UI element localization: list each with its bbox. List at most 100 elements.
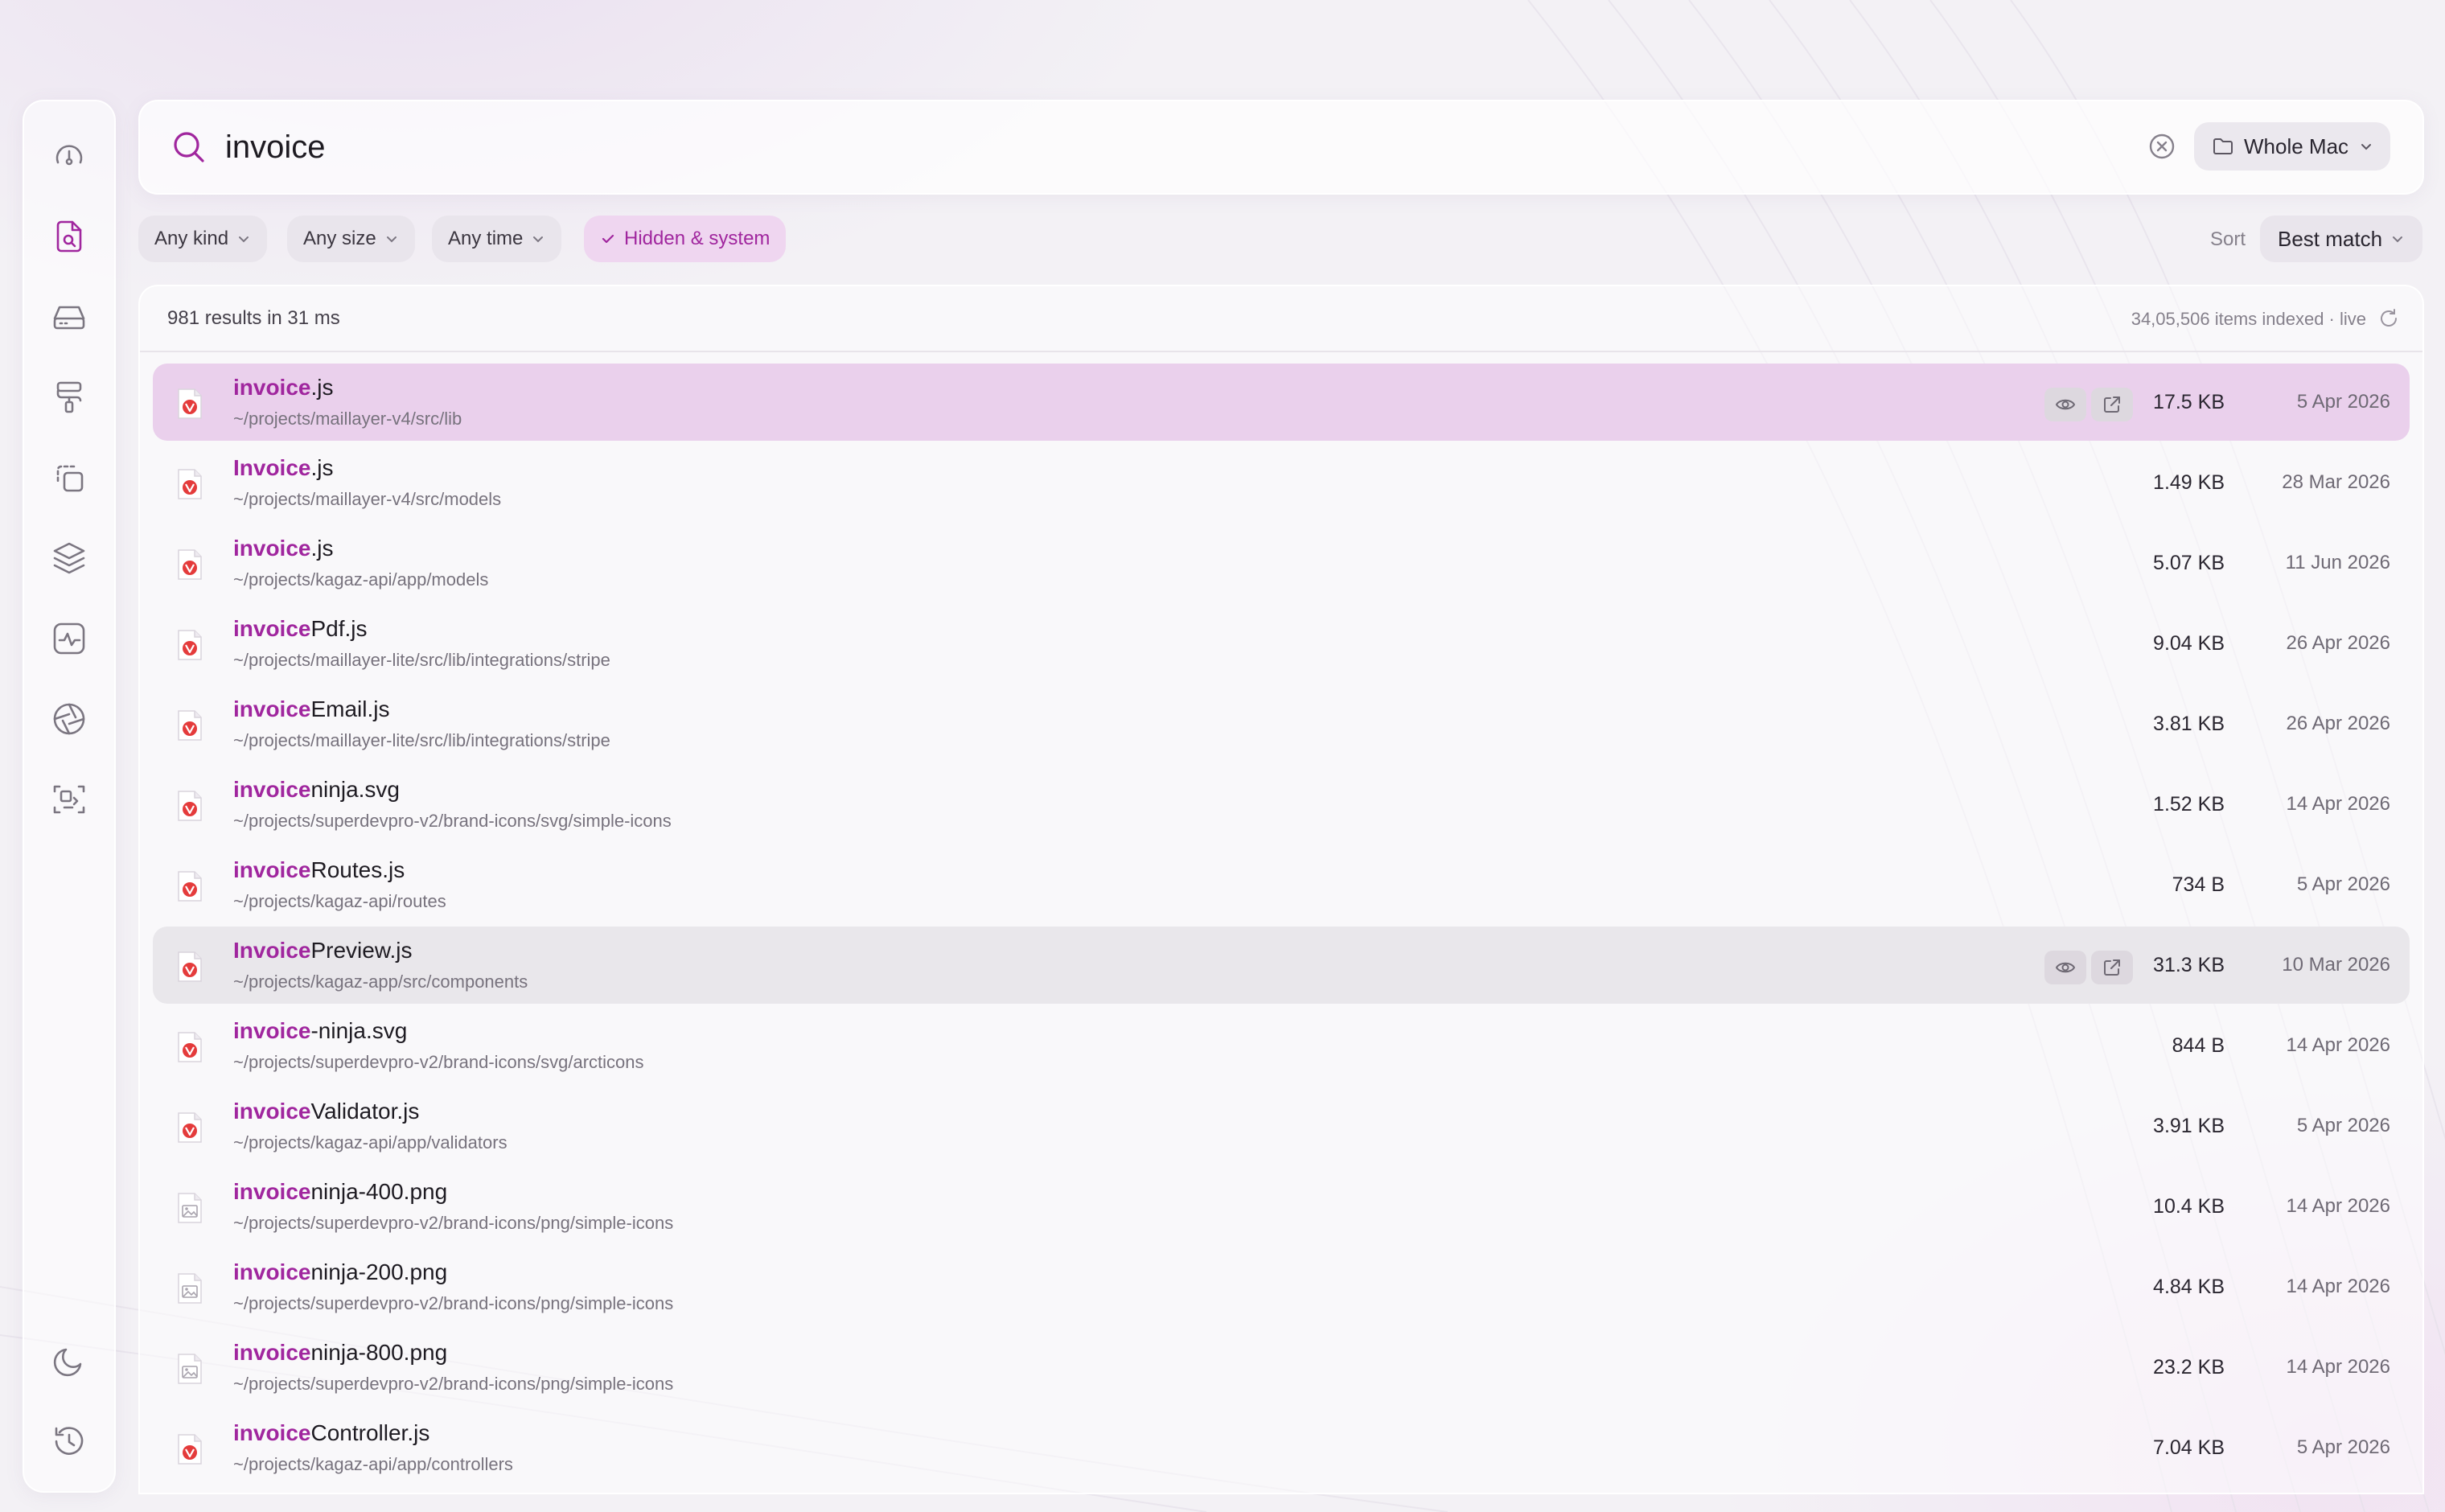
file-name-match: invoice: [233, 857, 311, 882]
file-search-icon: [56, 220, 82, 253]
theme-toggle-button[interactable]: [45, 1337, 93, 1385]
file-size: 1.52 KB: [2153, 793, 2225, 816]
chevron-down-icon: [533, 236, 544, 243]
file-name: invoiceController.js: [233, 1420, 429, 1446]
file-date: 5 Apr 2026: [2296, 1436, 2390, 1458]
code-file-icon: [178, 1112, 202, 1143]
result-row[interactable]: invoiceninja-400.png ~/projects/superdevp…: [153, 1168, 2410, 1245]
file-size: 10.4 KB: [2153, 1195, 2225, 1218]
code-file-icon: [178, 951, 202, 982]
file-name-rest: ninja-200.png: [310, 1259, 448, 1284]
sidebar-item-paint-roller[interactable]: [45, 373, 93, 421]
file-name-match: invoice: [233, 1340, 311, 1365]
file-path: ~/projects/superdevpro-v2/brand-icons/pn…: [233, 1293, 674, 1313]
result-row[interactable]: invoicePdf.js ~/projects/maillayer-lite/s…: [153, 605, 2410, 682]
search-input[interactable]: [224, 121, 2197, 174]
code-file-icon: [178, 630, 202, 660]
code-file-icon: [178, 710, 202, 741]
file-path: ~/projects/kagaz-api/app/models: [233, 569, 489, 590]
file-date: 26 Apr 2026: [2286, 632, 2390, 654]
file-name-match: invoice: [233, 1099, 311, 1124]
chevron-down-icon: [386, 236, 397, 243]
file-name: invoiceninja-400.png: [233, 1179, 447, 1205]
filter-kind-label: Any kind: [154, 228, 229, 249]
sidebar-item-file-search[interactable]: [45, 212, 93, 261]
scope-dropdown[interactable]: Whole Mac: [2194, 122, 2390, 171]
file-name-rest: Controller.js: [310, 1420, 430, 1445]
search-icon: [174, 132, 204, 162]
sidebar-item-duplicates[interactable]: [45, 454, 93, 502]
result-row[interactable]: invoice.js ~/projects/maillayer-v4/src/li…: [153, 364, 2410, 441]
file-name-rest: Routes.js: [310, 857, 405, 882]
code-file-icon: [178, 388, 202, 419]
file-size: 3.81 KB: [2153, 713, 2225, 735]
search-bar: Whole Mac: [138, 100, 2424, 195]
file-name-match: invoice: [233, 696, 311, 721]
result-row[interactable]: invoiceninja.svg ~/projects/superdevpro-v…: [153, 766, 2410, 843]
file-name-match: invoice: [233, 1259, 311, 1284]
file-name: invoice-ninja.svg: [233, 1018, 407, 1044]
file-path: ~/projects/superdevpro-v2/brand-icons/pn…: [233, 1374, 674, 1394]
result-row[interactable]: invoiceRoutes.js ~/projects/kagaz-api/rou…: [153, 846, 2410, 923]
code-file-icon: [178, 871, 202, 902]
result-row[interactable]: invoiceEmail.js ~/projects/maillayer-lite…: [153, 685, 2410, 762]
file-date: 5 Apr 2026: [2296, 391, 2390, 413]
file-date: 26 Apr 2026: [2286, 713, 2390, 734]
filter-size-label: Any size: [303, 228, 376, 249]
sidebar-item-gauge[interactable]: [45, 132, 93, 180]
result-row[interactable]: invoiceValidator.js ~/projects/kagaz-api/…: [153, 1087, 2410, 1165]
file-path: ~/projects/superdevpro-v2/brand-icons/sv…: [233, 1052, 644, 1072]
result-row[interactable]: InvoicePreview.js ~/projects/kagaz-app/sr…: [153, 927, 2410, 1004]
file-size: 1.49 KB: [2153, 471, 2225, 494]
sidebar-item-aperture[interactable]: [45, 695, 93, 743]
file-date: 28 Mar 2026: [2282, 471, 2390, 493]
file-path: ~/projects/kagaz-api/app/controllers: [233, 1454, 513, 1474]
sidebar-item-layers[interactable]: [45, 534, 93, 582]
preview-button[interactable]: [2044, 388, 2086, 421]
file-date: 14 Apr 2026: [2286, 1356, 2390, 1378]
result-row[interactable]: Invoice.js ~/projects/maillayer-v4/src/mo…: [153, 444, 2410, 521]
open-external-button[interactable]: [2091, 951, 2133, 984]
history-button[interactable]: [45, 1417, 93, 1465]
file-path: ~/projects/kagaz-app/src/components: [233, 972, 528, 992]
file-name-rest: Email.js: [310, 696, 390, 721]
sort-dropdown[interactable]: Best match: [2260, 216, 2422, 262]
result-row[interactable]: invoiceninja-800.png ~/projects/superdevp…: [153, 1329, 2410, 1406]
file-size: 4.84 KB: [2153, 1276, 2225, 1298]
result-row[interactable]: invoice-ninja.svg ~/projects/superdevpro-…: [153, 1007, 2410, 1084]
file-name: invoiceninja-200.png: [233, 1259, 447, 1285]
results-panel: 981 results in 31 ms 34,05,506 items ind…: [138, 285, 2424, 1494]
sidebar-item-drive[interactable]: [45, 293, 93, 341]
file-name: invoice.js: [233, 536, 333, 561]
filter-hidden-system[interactable]: Hidden & system: [584, 216, 787, 262]
refresh-icon[interactable]: [2377, 307, 2400, 330]
image-file-icon: [178, 1273, 202, 1304]
results-header: 981 results in 31 ms 34,05,506 items ind…: [140, 286, 2422, 352]
file-path: ~/projects/superdevpro-v2/brand-icons/sv…: [233, 811, 672, 831]
file-name: invoiceninja.svg: [233, 777, 400, 803]
results-count: 981 results in 31 ms: [167, 307, 340, 329]
filter-time[interactable]: Any time: [432, 216, 562, 262]
clear-search-icon[interactable]: [2146, 130, 2178, 162]
result-row[interactable]: invoiceninja-200.png ~/projects/superdevp…: [153, 1248, 2410, 1325]
eye-icon: [2056, 962, 2075, 973]
filter-kind[interactable]: Any kind: [138, 216, 268, 262]
preview-button[interactable]: [2044, 951, 2086, 984]
result-row[interactable]: invoice.js ~/projects/kagaz-api/app/model…: [153, 524, 2410, 602]
file-date: 14 Apr 2026: [2286, 1195, 2390, 1217]
file-name-match: invoice: [233, 536, 311, 561]
code-file-icon: [178, 1434, 202, 1465]
chevron-down-icon: [239, 236, 249, 243]
sidebar-item-scan[interactable]: [45, 775, 93, 824]
file-name: invoiceRoutes.js: [233, 857, 405, 883]
moon-icon: [53, 1348, 82, 1377]
result-row[interactable]: invoiceController.js ~/projects/kagaz-api…: [153, 1409, 2410, 1486]
code-file-icon: [178, 549, 202, 580]
open-external-button[interactable]: [2091, 388, 2133, 421]
filter-size[interactable]: Any size: [287, 216, 415, 262]
scan-icon: [53, 785, 85, 814]
chevron-down-icon: [2361, 144, 2372, 150]
sidebar-item-activity[interactable]: [45, 614, 93, 663]
file-date: 11 Jun 2026: [2285, 552, 2390, 573]
file-name: InvoicePreview.js: [233, 938, 413, 963]
